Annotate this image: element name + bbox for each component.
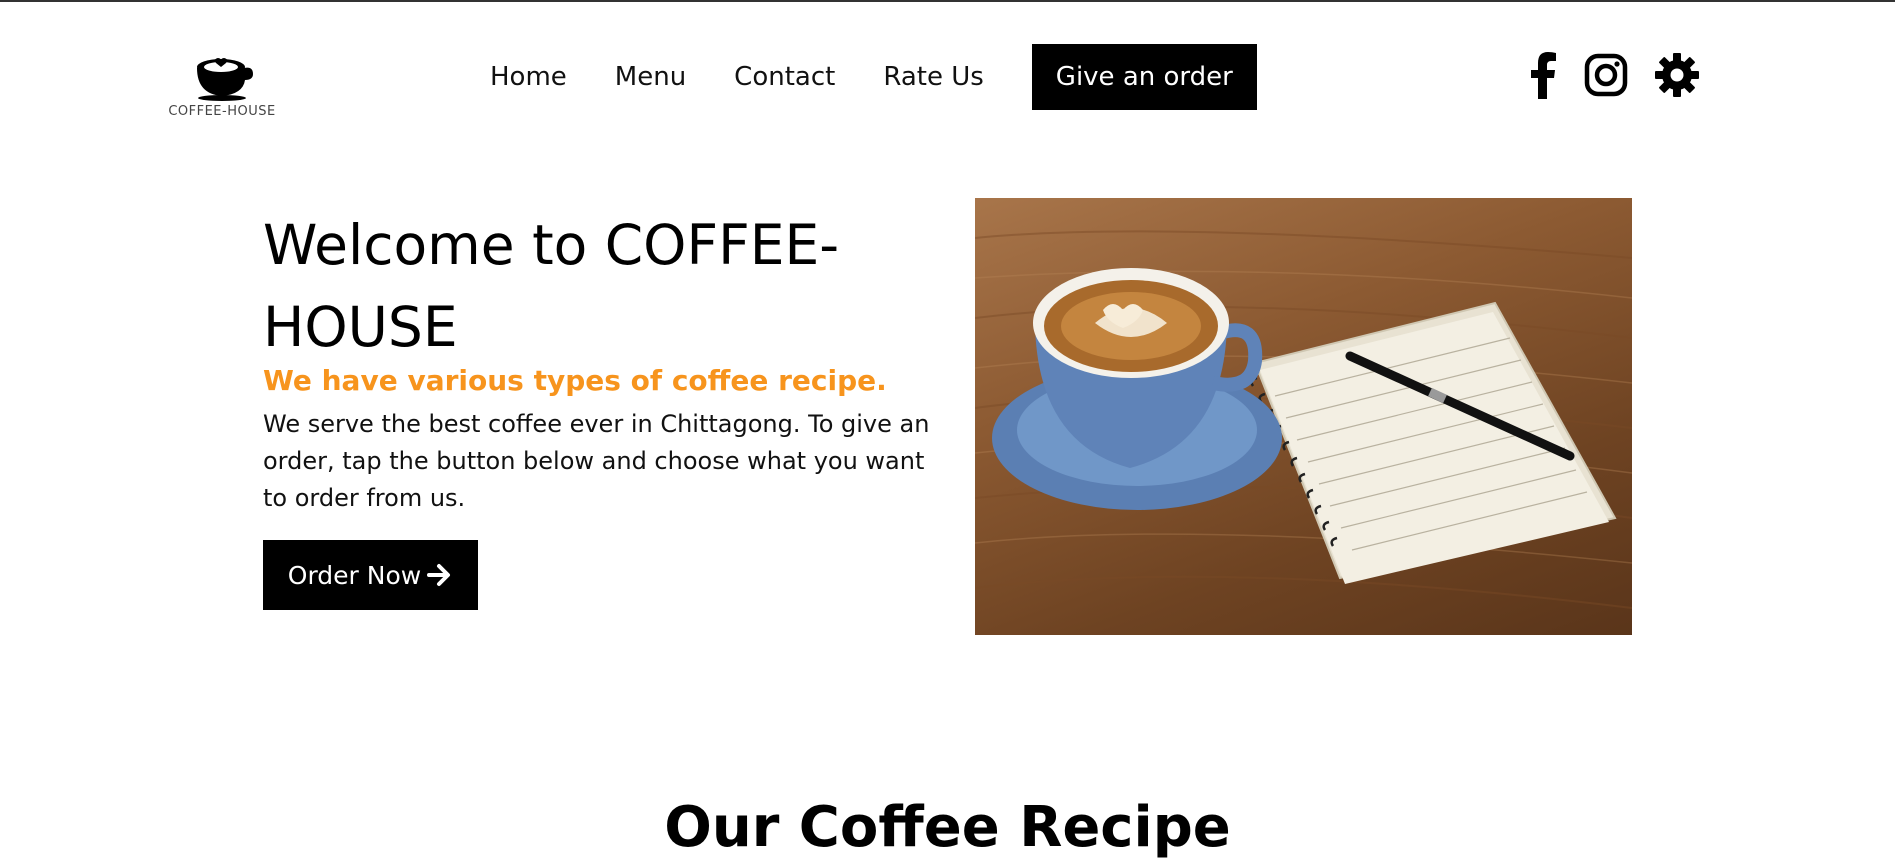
top-border (0, 0, 1895, 2)
order-now-button[interactable]: Order Now (263, 540, 478, 610)
coffee-notebook-illustration (975, 230, 1632, 609)
order-now-label: Order Now (287, 560, 422, 590)
logo-text: COFFEE-HOUSE (168, 104, 276, 119)
section-title: Our Coffee Recipe (664, 795, 1231, 860)
facebook-icon[interactable] (1528, 51, 1558, 103)
gear-icon[interactable] (1654, 52, 1700, 102)
give-an-order-button[interactable]: Give an order (1031, 44, 1257, 110)
coffee-cup-logo-icon (197, 58, 253, 101)
hero-title: Welcome to COFFEE-HOUSE (263, 213, 840, 359)
instagram-icon[interactable] (1584, 53, 1628, 101)
hero-coffee-image (975, 198, 1632, 635)
main-nav: Home Menu Contact Rate Us Give an order (490, 44, 1257, 110)
hero-description: We serve the best coffee ever in Chittag… (263, 410, 930, 512)
nav-contact[interactable]: Contact (734, 62, 835, 92)
nav-home[interactable]: Home (490, 62, 567, 92)
social-links (1528, 50, 1700, 104)
hero-subtitle: We have various types of coffee recipe. (263, 364, 887, 397)
nav-menu[interactable]: Menu (615, 62, 686, 92)
arrow-right-icon (427, 563, 453, 587)
nav-rate-us[interactable]: Rate Us (883, 62, 983, 92)
logo[interactable]: COFFEE-HOUSE (163, 50, 281, 128)
